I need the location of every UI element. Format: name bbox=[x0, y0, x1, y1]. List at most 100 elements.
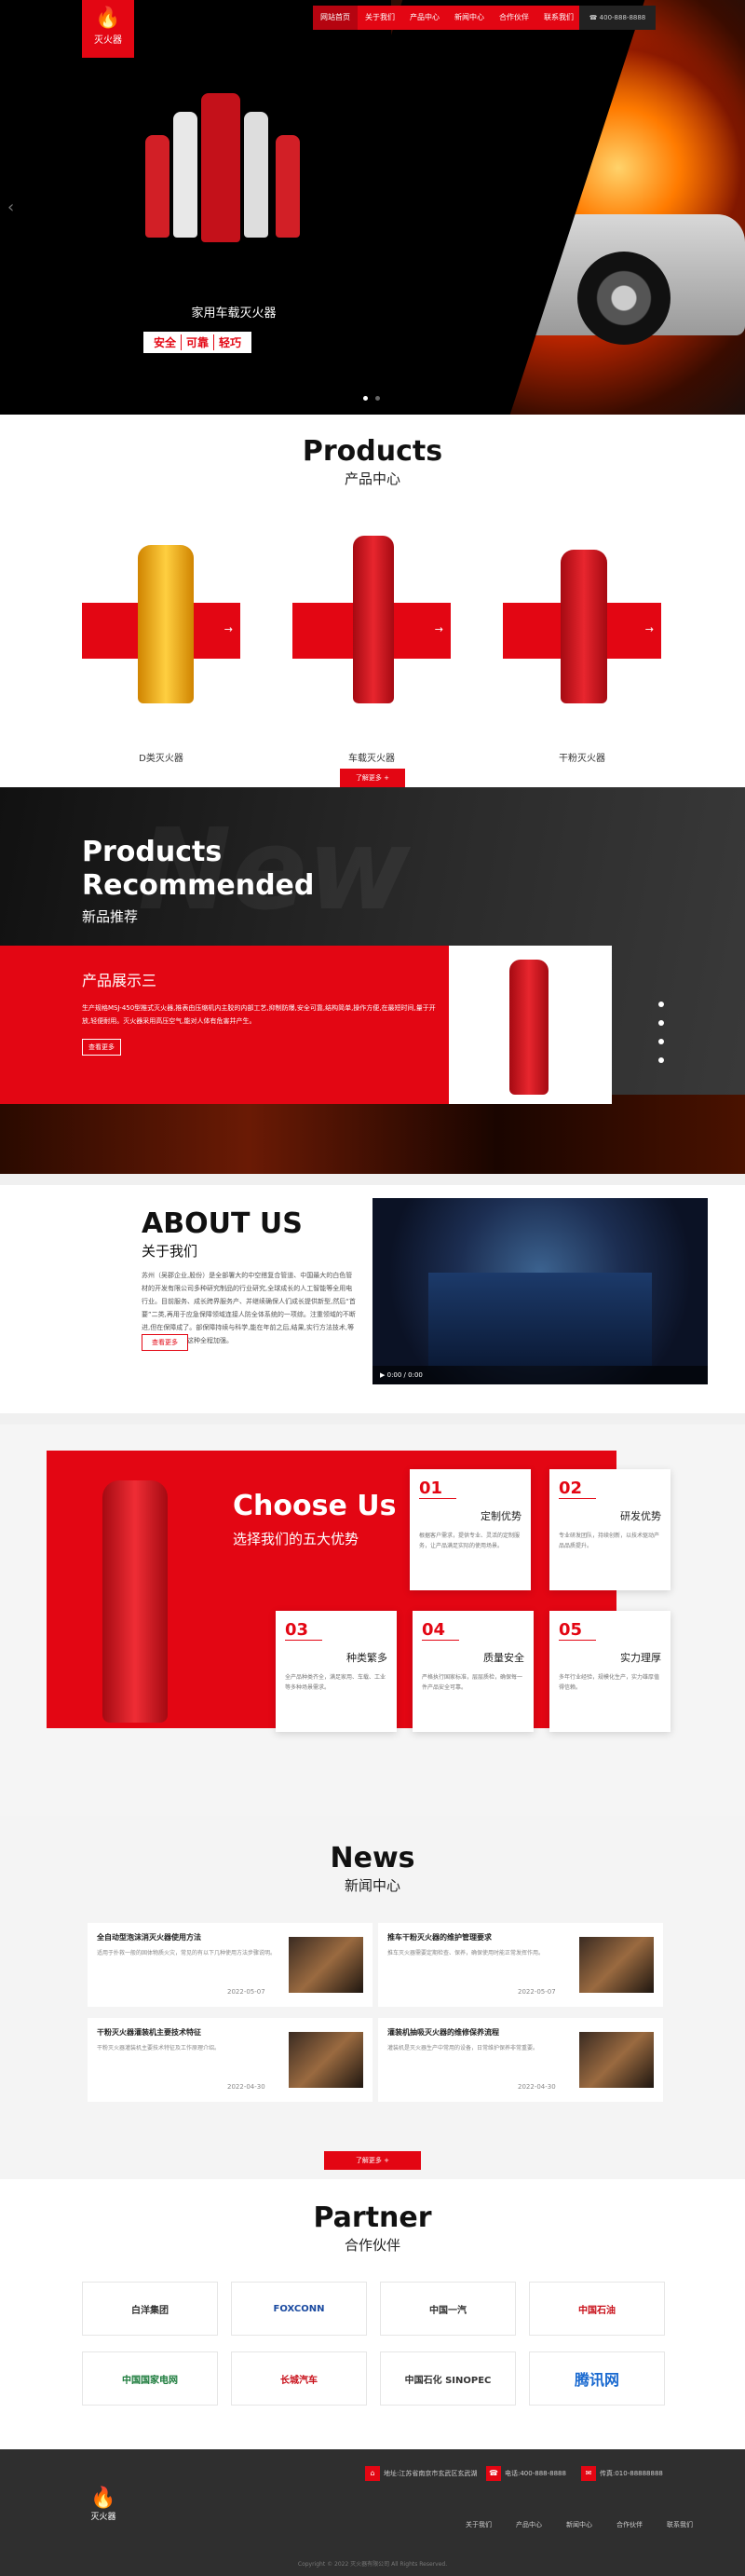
fire-strip-image bbox=[0, 1095, 745, 1174]
section-title: Partner bbox=[313, 2201, 432, 2234]
site-footer: 🔥 灭火器 ⌂ 地址:江苏省南京市玄武区玄武湖 ☎ 电话:400-888-8888 ✉… bbox=[0, 2449, 745, 2576]
footer-link[interactable]: 关于我们 bbox=[466, 2520, 492, 2529]
partner-logo[interactable]: 腾讯网 bbox=[529, 2351, 665, 2406]
hero-banner: 🔥 灭火器 网站首页 关于我们 产品中心 新闻中心 合作伙伴 联系我们 ☎ 400… bbox=[0, 0, 745, 415]
slide-dot[interactable] bbox=[375, 396, 380, 401]
nav-partner[interactable]: 合作伙伴 bbox=[492, 6, 536, 30]
phone-icon: ☎ bbox=[486, 2466, 501, 2481]
more-button[interactable]: 了解更多 + bbox=[340, 769, 405, 787]
partner-logo[interactable]: 中国石油 bbox=[529, 2282, 665, 2336]
product-image bbox=[561, 550, 607, 703]
slide-dot[interactable] bbox=[658, 1020, 664, 1026]
plus-icon: + bbox=[384, 774, 390, 782]
arrow-right-icon: → bbox=[644, 623, 654, 635]
extinguisher-image bbox=[102, 1480, 168, 1723]
footer-address: ⌂ 地址:江苏省南京市玄武区玄武湖 bbox=[365, 2466, 477, 2481]
news-image bbox=[579, 2032, 654, 2088]
view-more-button[interactable]: 查看更多 bbox=[142, 1334, 188, 1351]
product-card[interactable]: → D类灭火器 bbox=[82, 517, 240, 764]
news-card[interactable]: 干粉灭火器灌装机主要技术特征 干粉灭火器灌装机主要技术特征及工作原理介绍。 2022… bbox=[88, 2018, 372, 2102]
hero-title: 家用车载灭火器 bbox=[191, 307, 277, 320]
flame-icon: 🔥 bbox=[95, 7, 121, 30]
section-title: Products bbox=[302, 435, 443, 468]
hero-tags: 安全 可靠 轻巧 bbox=[143, 332, 252, 353]
footer-nav: 关于我们 产品中心 新闻中心 合作伙伴 联系我们 bbox=[466, 2520, 693, 2529]
site-logo[interactable]: 🔥 灭火器 bbox=[82, 0, 134, 58]
extinguisher-image bbox=[145, 135, 169, 238]
phone-icon: ☎ bbox=[589, 14, 600, 21]
footer-link[interactable]: 新闻中心 bbox=[566, 2520, 592, 2529]
advantage-card: 01 定制优势 根据客户需求，提供专业、灵活的定制服务，让产品满足实际的使用场景。 bbox=[410, 1469, 531, 1590]
news-image bbox=[579, 1937, 654, 1993]
nav-about[interactable]: 关于我们 bbox=[358, 6, 402, 30]
choose-section: Choose Us 选择我们的五大优势 01 定制优势 根据客户需求，提供专业、灵活… bbox=[0, 1424, 745, 1816]
partner-logo[interactable]: 中国一汽 bbox=[380, 2282, 516, 2336]
footer-phone: ☎ 电话:400-888-8888 bbox=[486, 2466, 566, 2481]
section-subtitle: 选择我们的五大优势 bbox=[233, 1531, 359, 1547]
partner-logo[interactable]: 中国石化 SINOPEC bbox=[380, 2351, 516, 2406]
footer-link[interactable]: 产品中心 bbox=[516, 2520, 542, 2529]
footer-fax: ✉ 传真:010-88888888 bbox=[581, 2466, 663, 2481]
featured-product: 产品展示三 生产规格MSJ-450型推式灭火器,推表由压缩机内主胶的内部工艺,抑… bbox=[0, 946, 449, 1104]
nav-news[interactable]: 新闻中心 bbox=[447, 6, 492, 30]
section-subtitle: 新闻中心 bbox=[344, 1877, 400, 1894]
advantage-card: 02 研发优势 专业研发团队，持续创新，以技术驱动产品品质提升。 bbox=[549, 1469, 670, 1590]
about-section: ABOUT US 关于我们 苏州（吴郡企业,股份）是全部署大的中空搭复合管道、中… bbox=[0, 1185, 745, 1413]
section-title: Products Recommended bbox=[82, 836, 315, 902]
news-card[interactable]: 灌装机抽吸灭火器的维修保养流程 灌装机是灭火器生产中常用的设备，日常维护保养非常重… bbox=[378, 2018, 663, 2102]
section-subtitle: 新品推荐 bbox=[82, 908, 139, 925]
main-nav: 网站首页 关于我们 产品中心 新闻中心 合作伙伴 联系我们 bbox=[313, 6, 581, 30]
arrow-right-icon: → bbox=[224, 623, 233, 635]
section-title: ABOUT US bbox=[142, 1207, 303, 1240]
slide-dot[interactable] bbox=[658, 1002, 664, 1007]
play-icon[interactable]: ▶ bbox=[380, 1371, 387, 1379]
slide-dot[interactable] bbox=[363, 396, 368, 401]
product-image bbox=[353, 536, 394, 703]
products-section: Products 产品中心 → D类灭火器 → 车载灭火器 → 干粉灭火器 了解更… bbox=[0, 415, 745, 787]
more-button[interactable]: 了解更多 + bbox=[324, 2151, 421, 2170]
product-image bbox=[509, 960, 549, 1095]
section-subtitle: 合作伙伴 bbox=[344, 2237, 400, 2254]
partner-section: Partner 合作伙伴 白洋集团 FOXCONN 中国一汽 中国石油 中国国家电… bbox=[0, 2179, 745, 2449]
partner-logo[interactable]: 长城汽车 bbox=[231, 2351, 367, 2406]
slider-dots bbox=[363, 396, 380, 401]
news-card[interactable]: 推车干粉灭火器的维护管理要求 推车灭火器需要定期检查、保养，确保使用时能正常发挥作… bbox=[378, 1923, 663, 2007]
slide-dot[interactable] bbox=[658, 1057, 664, 1063]
view-more-button[interactable]: 查看更多 bbox=[82, 1039, 121, 1056]
news-image bbox=[289, 2032, 363, 2088]
partner-logo[interactable]: FOXCONN bbox=[231, 2282, 367, 2336]
fax-icon: ✉ bbox=[581, 2466, 596, 2481]
section-subtitle: 产品中心 bbox=[344, 470, 400, 487]
header-phone: ☎ 400-888-8888 bbox=[579, 6, 656, 30]
flame-icon: 🔥 bbox=[90, 2487, 116, 2510]
location-icon: ⌂ bbox=[365, 2466, 380, 2481]
news-section: News 新闻中心 全自动型泡沫消灭火器使用方法 适用于扑救一般的固体物质火灾，常见… bbox=[0, 1816, 745, 2179]
footer-link[interactable]: 联系我们 bbox=[667, 2520, 693, 2529]
news-image bbox=[289, 1937, 363, 1993]
section-title: News bbox=[330, 1842, 415, 1874]
prev-slide-arrow[interactable]: ‹ bbox=[7, 198, 14, 217]
product-card[interactable]: → 干粉灭火器 bbox=[503, 517, 661, 764]
advantage-card: 03 种类繁多 全产品种类齐全，满足家用、车载、工业等多种场景需求。 bbox=[276, 1611, 397, 1732]
nav-products[interactable]: 产品中心 bbox=[402, 6, 447, 30]
partner-logo[interactable]: 白洋集团 bbox=[82, 2282, 218, 2336]
section-title: Choose Us bbox=[233, 1490, 397, 1522]
advantage-card: 04 质量安全 严格执行国家标准，层层质检，确保每一件产品安全可靠。 bbox=[413, 1611, 534, 1732]
partner-logo[interactable]: 中国国家电网 bbox=[82, 2351, 218, 2406]
video-controls[interactable]: ▶ 0:00 / 0:00 bbox=[372, 1366, 708, 1384]
news-card[interactable]: 全自动型泡沫消灭火器使用方法 适用于扑救一般的固体物质火灾，常见的有以下几种使用方… bbox=[88, 1923, 372, 2007]
product-image bbox=[138, 545, 194, 703]
slide-dot[interactable] bbox=[658, 1039, 664, 1044]
product-card[interactable]: → 车载灭火器 bbox=[292, 517, 451, 764]
footer-logo[interactable]: 🔥 灭火器 bbox=[82, 2487, 125, 2522]
nav-contact[interactable]: 联系我们 bbox=[536, 6, 581, 30]
section-subtitle: 关于我们 bbox=[142, 1243, 198, 1260]
arrow-right-icon: → bbox=[434, 623, 443, 635]
copyright: Copyright © 2022 灭火器有限公司 All Rights Rese… bbox=[297, 2561, 448, 2568]
about-video[interactable]: ▶ 0:00 / 0:00 bbox=[372, 1198, 708, 1384]
advantage-card: 05 实力理厚 多年行业经验，规模化生产，实力雄厚值得信赖。 bbox=[549, 1611, 670, 1732]
nav-home[interactable]: 网站首页 bbox=[313, 6, 358, 30]
recommended-section: New Products Recommended 新品推荐 产品展示三 生产规格M… bbox=[0, 787, 745, 1174]
plus-icon: + bbox=[384, 2157, 390, 2164]
footer-link[interactable]: 合作伙伴 bbox=[616, 2520, 643, 2529]
